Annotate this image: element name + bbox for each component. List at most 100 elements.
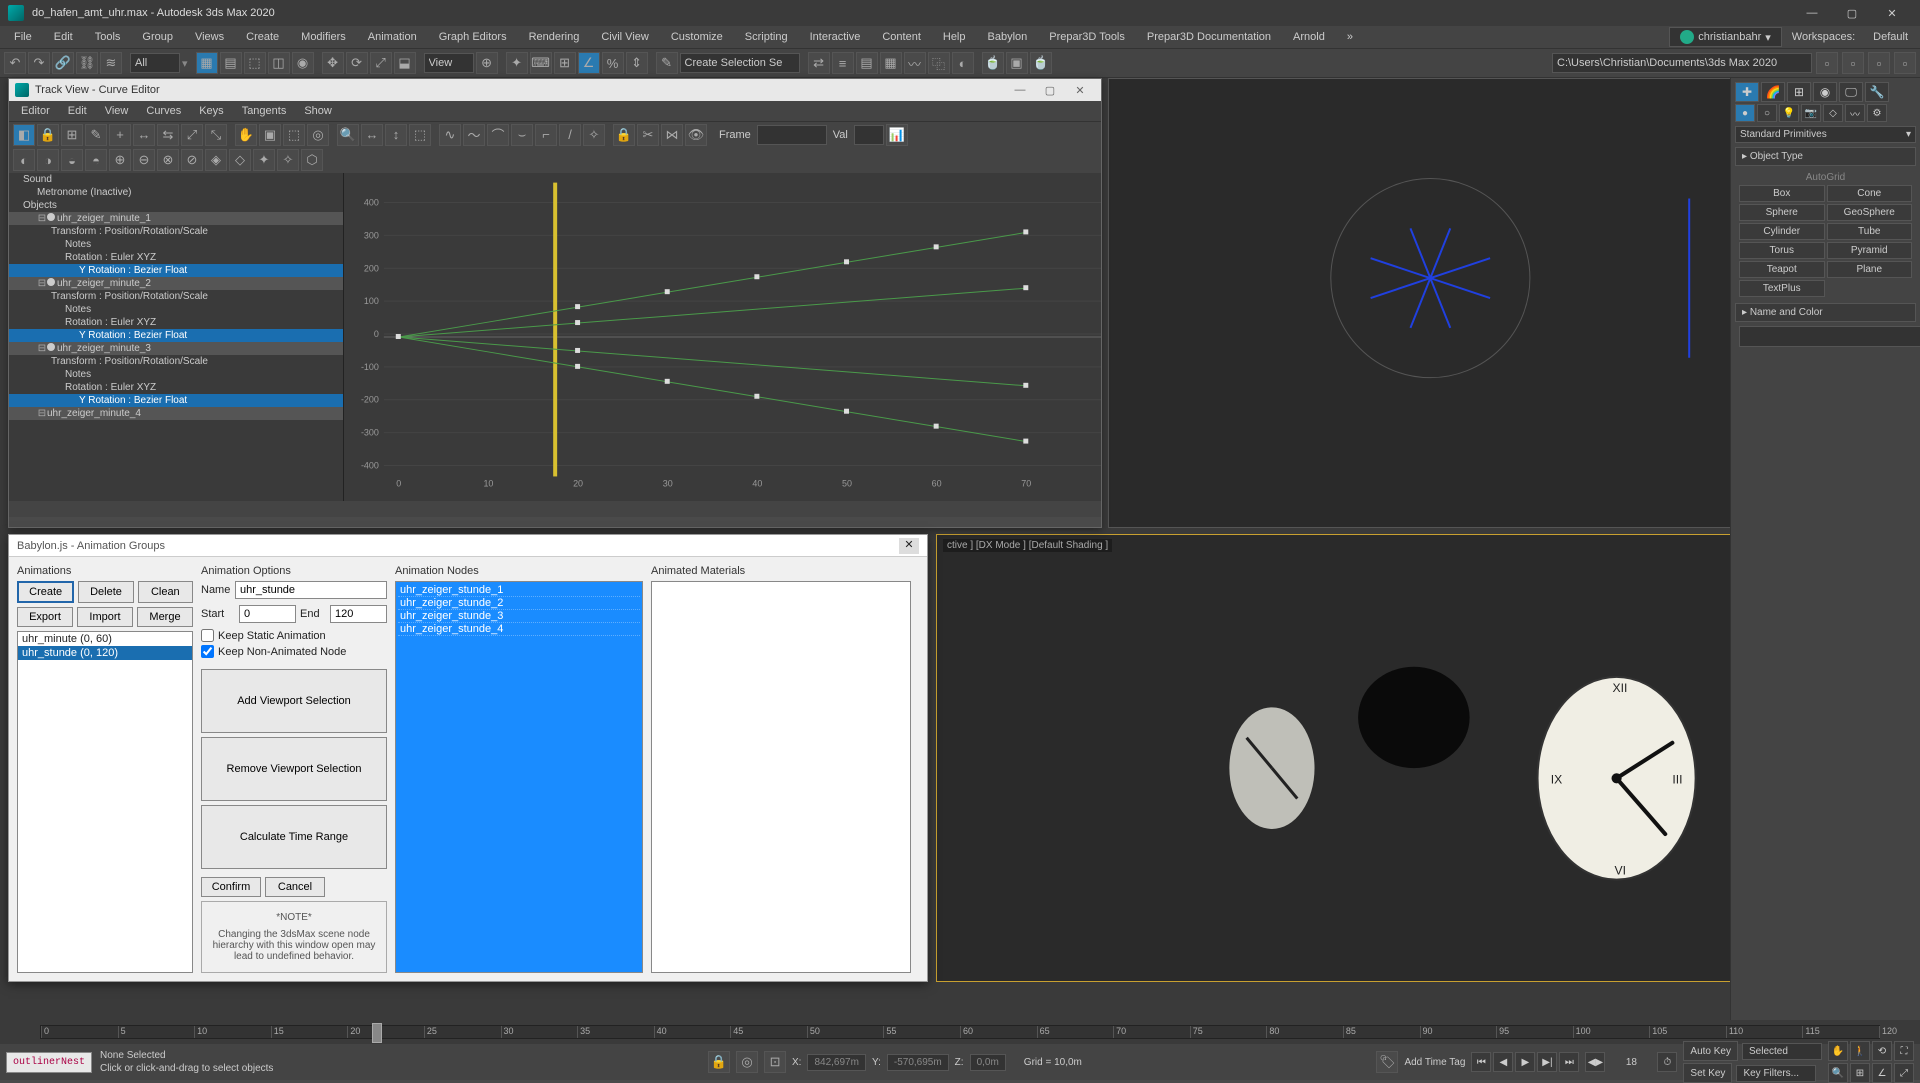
menu-content[interactable]: Content (872, 29, 931, 45)
select-region-button[interactable]: ⬚ (244, 52, 266, 74)
tv-zoom-button[interactable]: 🔍 (337, 124, 359, 146)
delete-button[interactable]: Delete (78, 581, 133, 603)
path-btn2[interactable]: ▫ (1842, 52, 1864, 74)
tv-l-button[interactable]: ✧ (277, 149, 299, 171)
trackview-titlebar[interactable]: Track View - Curve Editor — ▢ ✕ (9, 79, 1101, 101)
vp-zoom-button[interactable]: 🔍 (1828, 1063, 1848, 1083)
lock-selection-button[interactable]: 🔒 (708, 1051, 730, 1073)
trackview-minimize[interactable]: — (1005, 84, 1035, 96)
keyboard-shortcut-button[interactable]: ⌨ (530, 52, 552, 74)
time-slider-thumb[interactable] (372, 1023, 382, 1043)
tv-zoomh-button[interactable]: ↔ (361, 124, 383, 146)
maximize-button[interactable]: ▢ (1832, 3, 1872, 23)
vp-zoomall-button[interactable]: ⊞ (1850, 1063, 1870, 1083)
prim-plane[interactable]: Plane (1827, 261, 1913, 278)
tv-filters-button[interactable]: ◧ (13, 124, 35, 146)
tv-c-button[interactable]: ◒ (61, 149, 83, 171)
remove-viewport-button[interactable]: Remove Viewport Selection (201, 737, 387, 801)
prim-cone[interactable]: Cone (1827, 185, 1913, 202)
tree-node[interactable]: Y Rotation : Bezier Float (9, 264, 343, 277)
timetag-icon[interactable]: 🏷 (1376, 1051, 1398, 1073)
angle-snap-button[interactable]: ∠ (578, 52, 600, 74)
tv-frame-button[interactable]: ▣ (259, 124, 281, 146)
keep-nonanim-checkbox[interactable] (201, 645, 214, 658)
path-btn4[interactable]: ▫ (1894, 52, 1916, 74)
close-button[interactable]: ✕ (1872, 3, 1912, 23)
menu-scripting[interactable]: Scripting (735, 29, 798, 45)
select-object-button[interactable]: ▦ (196, 52, 218, 74)
placement-button[interactable]: ⬓ (394, 52, 416, 74)
tv-lock-button[interactable]: 🔒 (37, 124, 59, 146)
tree-node[interactable]: ⊟uhr_zeiger_minute_4 (9, 407, 343, 420)
tv-d-button[interactable]: ◓ (85, 149, 107, 171)
tree-node[interactable]: Y Rotation : Bezier Float (9, 394, 343, 407)
undo-button[interactable]: ↶ (4, 52, 26, 74)
anim-node-item[interactable]: uhr_zeiger_stunde_4 (398, 623, 640, 636)
prim-sphere[interactable]: Sphere (1739, 204, 1825, 221)
systems-subtab[interactable]: ⚙ (1867, 104, 1887, 122)
tv-m-button[interactable]: ⬡ (301, 149, 323, 171)
trackview-maximize[interactable]: ▢ (1035, 84, 1065, 97)
materials-list[interactable] (651, 581, 911, 973)
tree-node[interactable]: Objects (9, 199, 343, 212)
keyfilters-button[interactable]: Key Filters... (1736, 1065, 1816, 1082)
tvmenu-edit[interactable]: Edit (60, 104, 95, 118)
menu-animation[interactable]: Animation (358, 29, 427, 45)
z-coord[interactable]: 0,0m (970, 1054, 1006, 1071)
prim-cylinder[interactable]: Cylinder (1739, 223, 1825, 240)
create-tab[interactable]: ✚ (1735, 82, 1759, 102)
tree-node[interactable]: Rotation : Euler XYZ (9, 316, 343, 329)
tv-tan-fast-button[interactable]: ⌒ (487, 124, 509, 146)
vp-pan-button[interactable]: ✋ (1828, 1041, 1848, 1061)
lights-subtab[interactable]: 💡 (1779, 104, 1799, 122)
percent-snap-button[interactable]: % (602, 52, 624, 74)
tree-node[interactable]: Transform : Position/Rotation/Scale (9, 290, 343, 303)
spinner-snap-button[interactable]: ⇕ (626, 52, 648, 74)
y-coord[interactable]: -570,695m (887, 1054, 949, 1071)
window-crossing-button[interactable]: ◫ (268, 52, 290, 74)
rotate-button[interactable]: ⟳ (346, 52, 368, 74)
prim-teapot[interactable]: Teapot (1739, 261, 1825, 278)
space-subtab[interactable]: 〰 (1845, 104, 1865, 122)
prim-box[interactable]: Box (1739, 185, 1825, 202)
anim-node-item[interactable]: uhr_zeiger_stunde_1 (398, 584, 640, 597)
confirm-button[interactable]: Confirm (201, 877, 261, 897)
menu-prepar3d-documentation[interactable]: Prepar3D Documentation (1137, 29, 1281, 45)
tree-node[interactable]: ⊟uhr_zeiger_minute_3 (9, 342, 343, 355)
shapes-subtab[interactable]: ○ (1757, 104, 1777, 122)
material-button[interactable]: ◐ (952, 52, 974, 74)
manipulate-button[interactable]: ✦ (506, 52, 528, 74)
tv-zoomv-button[interactable]: ↕ (385, 124, 407, 146)
tv-zoomreg-button[interactable]: ⬚ (409, 124, 431, 146)
tvmenu-keys[interactable]: Keys (191, 104, 231, 118)
x-coord[interactable]: 842,697m (807, 1054, 865, 1071)
display-tab[interactable]: 🖵 (1839, 82, 1863, 102)
clean-button[interactable]: Clean (138, 581, 193, 603)
tvmenu-tangents[interactable]: Tangents (234, 104, 295, 118)
tree-node[interactable]: Transform : Position/Rotation/Scale (9, 355, 343, 368)
tv-g-button[interactable]: ⊗ (157, 149, 179, 171)
name-color-header[interactable]: ▸ Name and Color (1735, 303, 1916, 322)
tv-a-button[interactable]: ◐ (13, 149, 35, 171)
babylon-close[interactable]: ✕ (899, 538, 919, 554)
current-frame[interactable]: 18 (1611, 1057, 1651, 1068)
tv-j-button[interactable]: ◇ (229, 149, 251, 171)
menu-views[interactable]: Views (185, 29, 234, 45)
workspace-selector[interactable]: Default (1865, 29, 1916, 45)
tv-movekey-button[interactable]: ↔ (133, 124, 155, 146)
add-viewport-button[interactable]: Add Viewport Selection (201, 669, 387, 733)
layer-button[interactable]: ▤ (856, 52, 878, 74)
frame-input[interactable] (757, 125, 827, 145)
add-time-tag[interactable]: Add Time Tag (1404, 1057, 1465, 1068)
paint-select-button[interactable]: ◉ (292, 52, 314, 74)
menu-interactive[interactable]: Interactive (800, 29, 871, 45)
vp-max-button[interactable]: ⛶ (1894, 1041, 1914, 1061)
selection-lock-button[interactable]: ⊡ (764, 1051, 786, 1073)
vp-orbit-button[interactable]: ⟲ (1872, 1041, 1892, 1061)
anim-list-item[interactable]: uhr_minute (0, 60) (18, 632, 192, 646)
tv-b-button[interactable]: ◑ (37, 149, 59, 171)
keymode-dropdown[interactable]: Selected (1742, 1043, 1822, 1060)
align-button[interactable]: ≡ (832, 52, 854, 74)
tree-node[interactable]: Notes (9, 368, 343, 381)
tv-tan-smooth-button[interactable]: 〜 (463, 124, 485, 146)
